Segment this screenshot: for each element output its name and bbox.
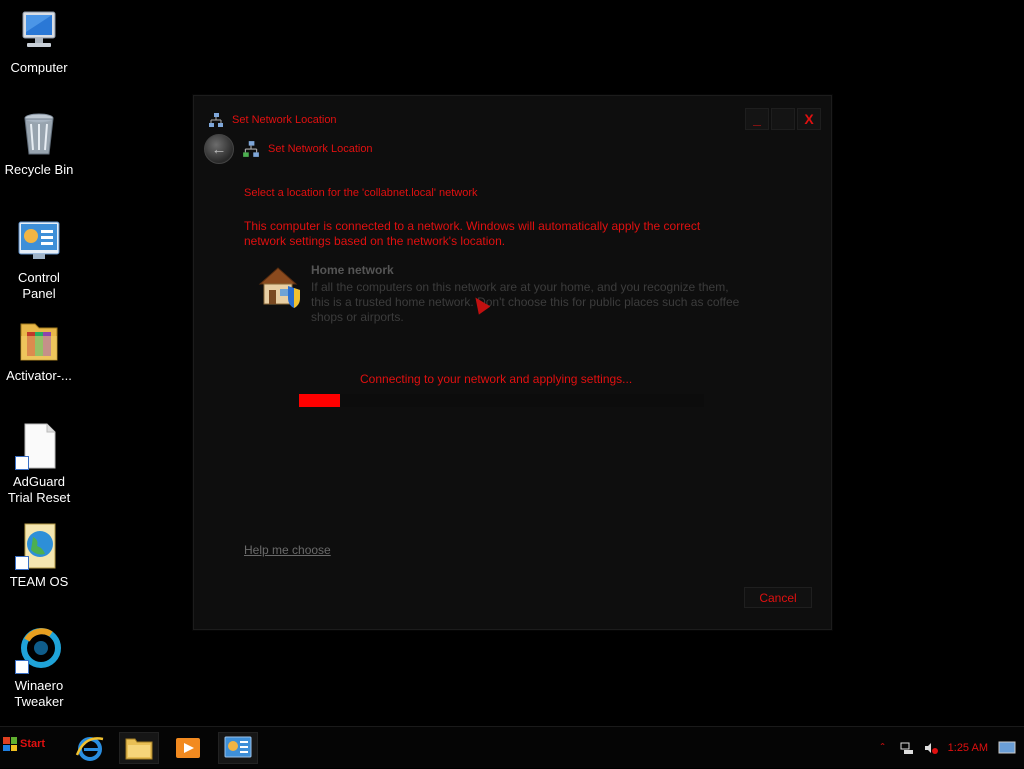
desktop-icon-team-os[interactable]: TEAM OS (0, 522, 78, 590)
desktop-icon-label: Computer (10, 60, 68, 75)
cancel-button[interactable]: Cancel (744, 587, 812, 608)
desktop-icon-label: Recycle Bin (4, 162, 74, 177)
network-icon (208, 112, 224, 128)
status-text: Connecting to your network and applying … (360, 372, 633, 386)
recycle-bin-icon (15, 110, 63, 158)
clock[interactable]: 1:25 AM (948, 742, 988, 754)
navigation-bar: ← Set Network Location (204, 134, 373, 164)
desktop-icon-control-panel[interactable]: Control Panel (0, 218, 78, 302)
taskbar-control-panel[interactable] (218, 732, 258, 764)
tweaker-shortcut-icon (15, 626, 63, 674)
desktop-icon-label: Control Panel (18, 270, 60, 301)
taskbar: Start ˆ 1:25 AM (0, 726, 1024, 768)
desktop-icon-computer[interactable]: Computer (0, 8, 78, 76)
dialog-description: This computer is connected to a network.… (244, 219, 701, 248)
desktop-icon-activator[interactable]: Activator-... (0, 316, 78, 384)
shortcut-arrow-icon (15, 660, 29, 674)
start-label: Start (20, 738, 46, 750)
network-tray-icon[interactable] (900, 741, 914, 755)
maximize-button[interactable] (771, 108, 795, 130)
breadcrumb: Set Network Location (268, 143, 373, 155)
computer-icon (15, 8, 63, 56)
show-desktop-icon[interactable] (998, 741, 1016, 755)
desktop-icon-adguard[interactable]: AdGuard Trial Reset (0, 422, 78, 506)
taskbar-file-explorer[interactable] (119, 732, 159, 764)
minimize-button[interactable]: _ (745, 108, 769, 130)
windows-logo-icon (3, 737, 17, 751)
back-arrow-icon: ← (211, 140, 227, 158)
back-button[interactable]: ← (204, 134, 234, 164)
desktop-icon-label: Winaero Tweaker (14, 678, 64, 709)
help-me-choose-link[interactable]: Help me choose (244, 543, 331, 557)
option-title: Home network (311, 263, 394, 277)
start-button[interactable]: Start (3, 737, 45, 751)
desktop-icon-recycle-bin[interactable]: Recycle Bin (0, 110, 78, 178)
desktop-icon-label: AdGuard Trial Reset (7, 474, 71, 505)
window-title: Set Network Location (232, 114, 337, 126)
taskbar-media-player[interactable] (168, 732, 208, 764)
dialog-title-bar: Set Network Location (208, 110, 337, 130)
desktop-icon-label: TEAM OS (9, 574, 69, 589)
shortcut-arrow-icon (15, 456, 29, 470)
control-panel-icon (15, 218, 63, 266)
folder-icon (15, 316, 63, 364)
desktop-icon-winaero[interactable]: Winaero Tweaker (0, 626, 78, 710)
control-panel-icon (224, 736, 252, 758)
file-explorer-icon (125, 738, 153, 760)
progress-bar (299, 394, 704, 407)
media-player-icon (176, 738, 200, 758)
progress-fill (299, 394, 340, 407)
volume-muted-icon[interactable] (924, 741, 938, 755)
home-network-option[interactable]: Home network If all the computers on thi… (256, 262, 739, 332)
close-button[interactable]: X (797, 108, 821, 130)
option-description: If all the computers on this network are… (311, 280, 740, 324)
desktop-icon-label: Activator-... (6, 368, 72, 383)
show-hidden-icons-icon[interactable]: ˆ (876, 741, 890, 755)
window-controls: _ X (745, 108, 821, 130)
file-shortcut-icon (15, 422, 63, 470)
network-icon (242, 140, 260, 158)
house-icon (256, 264, 306, 308)
internet-explorer-icon (75, 737, 104, 761)
set-network-location-dialog: Set Network Location _ X ← Set Network L… (193, 95, 832, 630)
shortcut-arrow-icon (15, 556, 29, 570)
dialog-heading: Select a location for the 'collabnet.loc… (244, 187, 478, 199)
globe-shortcut-icon (15, 522, 63, 570)
taskbar-internet-explorer[interactable] (70, 732, 110, 764)
system-tray: ˆ 1:25 AM (876, 727, 1016, 769)
desktop: Computer Recycle Bin Control Panel Activ… (0, 0, 1024, 726)
